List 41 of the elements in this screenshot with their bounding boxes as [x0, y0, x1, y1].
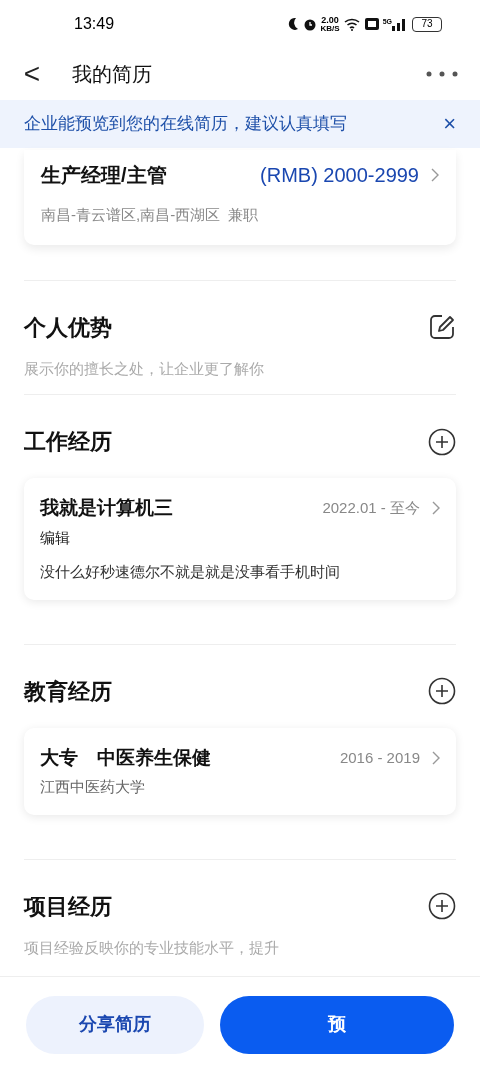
entry-date: 2022.01 - 至今 — [322, 498, 420, 518]
section-hint: 展示你的擅长之处，让企业更了解你 — [24, 358, 265, 379]
page-title: 我的简历 — [72, 62, 152, 87]
entry-card[interactable]: 我就是计算机三 2022.01 - 至今 编辑 没什么好秒速德尔不就是就是没事看手机时间 — [24, 478, 456, 600]
add-icon[interactable] — [428, 677, 456, 705]
edit-icon[interactable] — [428, 313, 456, 341]
share-button[interactable]: 分享简历 — [26, 995, 205, 1054]
section-title: 项目经历 — [24, 892, 112, 921]
entry-title: 我就是计算机三 — [40, 496, 173, 520]
section-title: 个人优势 — [24, 313, 112, 342]
notice-text: 企业能预览到您的在线简历，建议认真填写 — [24, 113, 347, 136]
speed-unit: KB/S — [320, 24, 340, 33]
section-title: 工作经历 — [24, 428, 112, 456]
add-icon[interactable] — [428, 892, 456, 920]
job-details: 南昌-青云谱区,南昌-西湖区 兼职 — [41, 205, 260, 225]
chevron-right-icon — [432, 750, 440, 765]
job-intent-card[interactable]: 生产经理/主管 (RMB) 2000-2999 南昌-青云谱区,南昌-西湖区 兼职 — [24, 150, 456, 245]
entry-subtitle: 编辑 — [40, 527, 71, 548]
chevron-right-icon — [432, 501, 440, 516]
close-button[interactable]: × — [443, 113, 456, 135]
entry-date: 2016 - 2019 — [339, 747, 420, 768]
chevron-right-icon — [431, 168, 439, 182]
network-speed: 2.00 — [321, 15, 339, 25]
alarm-icon — [302, 17, 317, 31]
battery-indicator: 73 — [412, 16, 442, 32]
job-title: 生产经理/主管 — [41, 163, 167, 188]
more-icon[interactable] — [426, 71, 458, 77]
entry-card[interactable]: 大专 中医养生保健 2016 - 2019 江西中医药大学 — [24, 727, 456, 815]
preview-button[interactable]: 预 — [220, 995, 454, 1054]
wifi-icon — [343, 17, 361, 31]
section-title: 教育经历 — [24, 677, 112, 706]
salary-range: (RMB) 2000-2999 — [260, 163, 419, 188]
entry-subtitle: 江西中医药大学 — [40, 777, 146, 797]
entry-title: 大专 中医养生保健 — [40, 745, 211, 770]
moon-icon — [286, 17, 299, 31]
back-button[interactable]: < — [22, 60, 42, 88]
status-time: 13:49 — [74, 14, 115, 34]
signal-icon — [392, 17, 406, 31]
entry-description: 没什么好秒速德尔不就是就是没事看手机时间 — [40, 562, 341, 582]
add-icon[interactable] — [428, 427, 456, 456]
section-hint: 项目经验反映你的专业技能水平，提升 — [24, 937, 280, 958]
